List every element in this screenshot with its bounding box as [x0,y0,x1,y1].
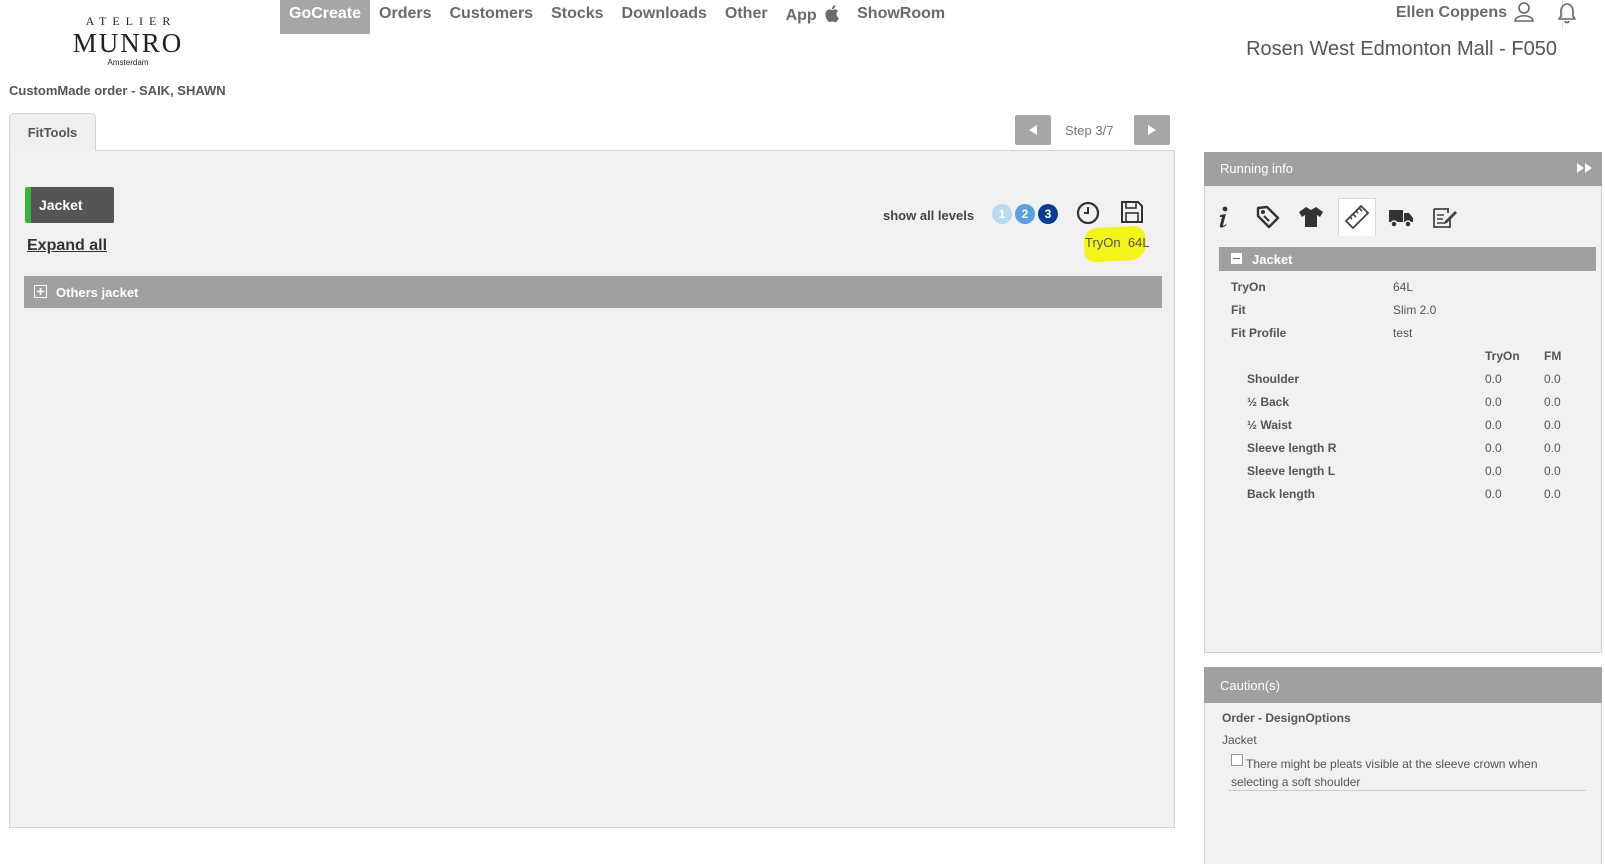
logo-line-2: MUNRO [72,28,184,58]
caution-checkbox[interactable] [1231,754,1243,766]
measure-label: Back length [1247,487,1316,501]
measure-tryon-value: 0.0 [1485,464,1502,478]
minus-icon [1231,253,1242,264]
shirt-icon[interactable] [1298,204,1324,230]
caution-category: Order - DesignOptions [1222,711,1351,725]
main-nav: GoCreate Orders Customers Stocks Downloa… [280,0,954,34]
jacket-section-label: Jacket [1252,252,1293,267]
field-value-fit: Slim 2.0 [1393,303,1437,317]
triangle-left-icon [1029,125,1037,135]
plus-icon [34,285,47,298]
measure-label: ½ Back [1247,395,1290,409]
atelier-munro-logo[interactable]: ATELIER MUNRO Amsterdam [66,14,190,67]
caution-header: Caution(s) [1204,667,1602,703]
caution-divider [1228,790,1586,791]
others-jacket-label: Others jacket [56,285,139,300]
caution-item: Jacket [1222,733,1257,747]
triangle-right-icon [1148,125,1156,135]
caution-message-line-1: There might be pleats visible at the sle… [1246,757,1538,771]
logo-line-1: ATELIER [85,14,177,28]
store-name: Rosen West Edmonton Mall - F050 [1246,38,1557,60]
previous-step-button[interactable] [1015,115,1051,145]
save-icon[interactable] [1119,199,1145,225]
bell-icon[interactable] [1554,0,1580,26]
double-chevron-right-icon[interactable] [1576,161,1594,175]
order-title: CustomMade order - SAIK, SHAWN [9,83,226,98]
truck-icon[interactable] [1388,204,1414,230]
user-icon[interactable] [1513,0,1535,24]
caution-message-line-2: selecting a soft shoulder [1231,775,1361,789]
jacket-section-header[interactable]: Jacket [1219,247,1596,271]
column-header-tryon: TryOn [1485,349,1520,363]
nav-customers[interactable]: Customers [441,0,543,34]
logo-line-3: Amsterdam [107,58,149,67]
nav-stocks[interactable]: Stocks [542,0,612,34]
apple-icon [825,5,839,22]
note-edit-icon[interactable] [1431,204,1457,230]
level-1-button[interactable]: 1 [992,204,1012,224]
info-icon[interactable] [1210,204,1236,230]
measure-label: Sleeve length L [1247,464,1336,478]
show-all-levels-label[interactable]: show all levels [883,208,974,223]
nav-downloads[interactable]: Downloads [613,0,716,34]
measure-label: ½ Waist [1247,418,1292,432]
measure-fm-value: 0.0 [1544,487,1561,501]
next-step-button[interactable] [1134,115,1170,145]
step-indicator: Step 3/7 [1065,123,1114,138]
measure-fm-value: 0.0 [1544,441,1561,455]
expand-all-link[interactable]: Expand all [27,237,107,255]
level-3-button[interactable]: 3 [1038,204,1058,224]
measure-label: Shoulder [1247,372,1300,386]
nav-app[interactable]: App [777,0,849,34]
field-label-fit-profile: Fit Profile [1231,326,1287,340]
tag-icon[interactable] [1255,204,1281,230]
fittools-panel [9,150,1175,828]
measure-tryon-value: 0.0 [1485,395,1502,409]
clock-icon[interactable] [1075,200,1101,226]
level-2-button[interactable]: 2 [1015,204,1035,224]
jacket-button[interactable]: Jacket [25,187,114,223]
nav-other[interactable]: Other [716,0,777,34]
measure-fm-value: 0.0 [1544,464,1561,478]
nav-app-label: App [785,7,817,24]
measure-fm-value: 0.0 [1544,372,1561,386]
tryon-summary-value: 64L [1127,235,1150,250]
measure-fm-value: 0.0 [1544,395,1561,409]
tab-fittools[interactable]: FitTools [9,113,96,151]
others-jacket-section[interactable]: Others jacket [24,276,1162,308]
ruler-icon[interactable] [1344,204,1370,230]
nav-gocreate[interactable]: GoCreate [280,0,371,34]
nav-orders[interactable]: Orders [370,0,440,34]
tryon-summary-label: TryOn [1085,235,1121,250]
measure-tryon-value: 0.0 [1485,418,1502,432]
nav-showroom[interactable]: ShowRoom [848,0,954,34]
tryon-summary: TryOn 64L [1085,235,1150,250]
measure-tryon-value: 0.0 [1485,441,1502,455]
field-label-fit: Fit [1231,303,1246,317]
column-header-fm: FM [1544,349,1562,363]
field-value-tryon: 64L [1393,280,1414,294]
field-value-fit-profile: test [1393,326,1413,340]
measure-tryon-value: 0.0 [1485,487,1502,501]
running-info-title: Running info [1220,161,1293,176]
field-label-tryon: TryOn [1231,280,1266,294]
measure-fm-value: 0.0 [1544,418,1561,432]
running-info-header: Running info [1204,152,1602,186]
measure-tryon-value: 0.0 [1485,372,1502,386]
user-name[interactable]: Ellen Coppens [1396,4,1507,22]
measure-label: Sleeve length R [1247,441,1337,455]
